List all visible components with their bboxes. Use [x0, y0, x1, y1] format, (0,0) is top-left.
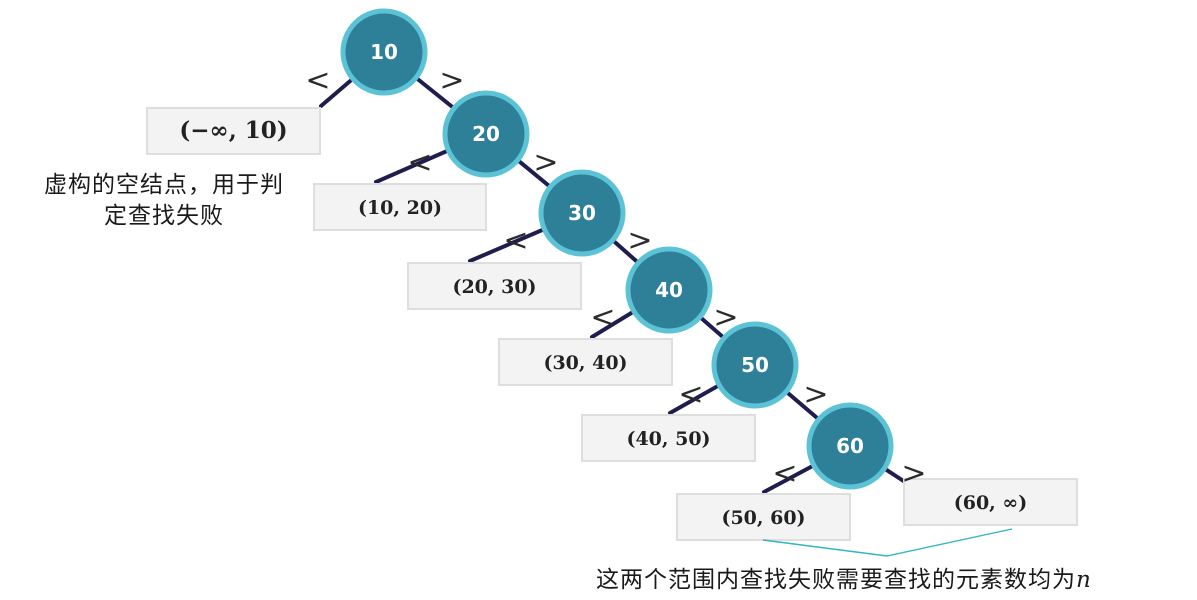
less-than-sign: <: [590, 300, 615, 335]
tree-node-key: 10: [370, 40, 398, 64]
less-than-sign: <: [407, 145, 432, 180]
tree-node-key: 60: [836, 434, 864, 458]
virtual-node-note-line2: 定查找失败: [104, 203, 224, 229]
less-than-sign: <: [678, 377, 703, 412]
failure-cost-note: 这两个范围内查找失败需要查找的元素数均为n: [596, 564, 1092, 596]
tree-node-key: 50: [741, 353, 769, 377]
failure-node-interval: (50, 60): [721, 507, 805, 529]
tree-node-key: 20: [472, 122, 500, 146]
failure-cost-variable: n: [1076, 567, 1092, 593]
less-than-sign: <: [772, 456, 797, 491]
greater-than-sign: >: [901, 456, 926, 491]
virtual-node-note-line1: 虚构的空结点，用于判: [44, 172, 284, 198]
failure-cost-text: 这两个范围内查找失败需要查找的元素数均为: [596, 567, 1076, 593]
bst-diagram: (−∞, 10) (10, 20) (20, 30) (30, 40) (40, 50)…: [146, 8, 1078, 557]
failure-node-interval: (30, 40): [543, 352, 627, 374]
failure-node-interval: (−∞, 10): [179, 117, 287, 144]
less-than-sign: <: [305, 63, 330, 98]
greater-than-sign: >: [439, 63, 464, 98]
failure-node-interval: (40, 50): [626, 428, 710, 450]
greater-than-sign: >: [803, 377, 828, 412]
tree-node-key: 40: [655, 278, 683, 302]
failure-node-interval: (10, 20): [358, 197, 442, 219]
less-than-sign: <: [503, 223, 528, 258]
failure-node-interval: (20, 30): [452, 276, 536, 298]
virtual-node-note: 虚构的空结点，用于判 定查找失败: [14, 170, 314, 232]
tree-node-key: 30: [568, 201, 596, 225]
greater-than-sign: >: [533, 145, 558, 180]
failure-node-interval: (60, ∞): [954, 492, 1027, 514]
